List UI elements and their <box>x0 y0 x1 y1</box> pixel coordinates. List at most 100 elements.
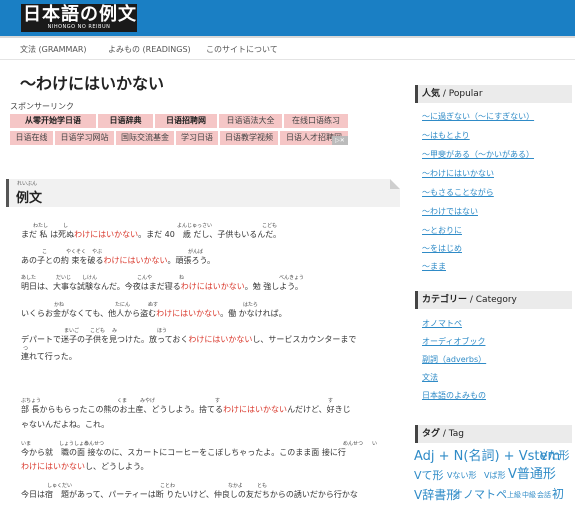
nav-item-about[interactable]: このサイトについて <box>206 44 278 55</box>
furigana: とも <box>257 483 268 489</box>
sidebar-heading-category: カテゴリー / Category <box>415 291 572 309</box>
ad-link[interactable]: 日语教学视频 <box>220 131 278 145</box>
category-link[interactable]: オノマトペ <box>422 318 462 329</box>
category-link[interactable]: 副詞（adverbs） <box>422 354 486 365</box>
furigana: あした <box>21 275 37 281</box>
grammar-highlight: わけにはいかない <box>156 309 221 318</box>
example-sentence-cont: ゃないんだよね。これ。 <box>21 420 110 429</box>
grammar-highlight: わけにはいかない <box>74 230 139 239</box>
tag-link[interactable]: Vた形 <box>540 450 570 461</box>
furigana: ほう <box>157 328 168 334</box>
furigana: やぶ <box>92 249 103 255</box>
furigana: かね <box>54 302 65 308</box>
tag-link[interactable]: Adj + N(名詞) + Vstem <box>414 450 560 463</box>
section-title-ruby: れいぶん <box>17 181 38 187</box>
ad-link[interactable]: 日语语法大全 <box>219 114 282 128</box>
popular-link[interactable]: ～とおりに <box>422 225 462 236</box>
furigana: よんじゅっさい <box>177 223 213 229</box>
example-sentence-cont: わけにはいかないし、どうしよう。 <box>21 462 149 471</box>
furigana: こども <box>262 223 278 229</box>
furigana: み <box>112 328 118 334</box>
furigana: しゅくだい <box>47 483 73 489</box>
furigana: こんや <box>137 275 153 281</box>
tag-link[interactable]: Vない形 <box>447 472 476 480</box>
example-sentence: 今日は宿 題があって、パーティーは断 りたいけど、仲良しの友だちからの誘いだから… <box>21 490 358 499</box>
tag-link[interactable]: Vて形 <box>414 470 444 481</box>
category-link[interactable]: 文法 <box>422 372 438 383</box>
page-title: ～わけにはいかない <box>20 74 165 93</box>
furigana: まいご <box>64 328 80 334</box>
example-sentence: デパートで迷子の子供を見つけた。放っておくわけにはいかないし、サービスカウンター… <box>21 335 357 344</box>
tag-link[interactable]: 初 <box>552 488 564 500</box>
popular-link[interactable]: ～はもとより <box>422 130 470 141</box>
example-sentence-cont: 連れて行った。 <box>21 352 77 361</box>
logo-subtitle: NIHONGO NO REIBUN <box>47 24 111 30</box>
popular-link[interactable]: ～甲斐がある（～かいがある） <box>422 149 534 160</box>
ad-link[interactable]: 日语在线 <box>10 131 53 145</box>
section-fold-corner <box>390 179 400 189</box>
popular-link[interactable]: ～をはじめ <box>422 243 462 254</box>
popular-link[interactable]: ～に過ぎない（～にすぎない） <box>422 111 534 122</box>
example-sentence: まだ 私 は死ぬわけにはいかない。まだ 40 歳 だし、子供もいるんだ。 <box>21 230 281 239</box>
furigana: べんきょう <box>279 275 305 281</box>
furigana: す <box>215 398 221 404</box>
furigana: ね <box>179 275 185 281</box>
example-sentence: 明日は、大事な試験なんだ。今夜はまだ寝るわけにはいかない。勉 強しよう。 <box>21 282 303 291</box>
tag-link[interactable]: 中級 <box>522 492 536 499</box>
furigana: たにん <box>115 302 131 308</box>
grammar-highlight: わけにはいかない <box>21 462 85 471</box>
furigana: めんせつ <box>84 441 105 447</box>
grammar-highlight: わけにはいかない <box>180 282 245 291</box>
furigana: ことわ <box>160 483 176 489</box>
furigana: だいじ <box>56 275 72 281</box>
ad-link[interactable]: 学习日语 <box>176 131 218 145</box>
example-sentence: いくらお金がなくても、他人から盗むわけにはいかない。働 かなければ。 <box>21 309 287 318</box>
ad-link[interactable]: 国际交流基金 <box>116 131 174 145</box>
furigana: みやげ <box>140 398 156 404</box>
example-sentence: 部 長からもらったこの熊のお土産、どうしよう。捨てるわけにはいかないんだけど、好… <box>21 405 351 414</box>
popular-link[interactable]: ～まま <box>422 261 446 272</box>
grammar-highlight: わけにはいかない <box>103 256 168 265</box>
tag-link[interactable]: Vば形 <box>484 472 505 480</box>
tag-link[interactable]: 会話 <box>537 492 551 499</box>
furigana: なかよ <box>228 483 243 489</box>
example-sentence: あの子との約 束を破るわけにはいかない。頑張ろう。 <box>21 256 215 265</box>
category-link[interactable]: 日本語のよみもの <box>422 390 486 401</box>
furigana: こ <box>42 249 48 255</box>
furigana: しけん <box>82 275 98 281</box>
sidebar-heading-popular: 人気 / Popular <box>415 85 572 103</box>
tag-link[interactable]: 上級 <box>507 492 521 499</box>
furigana: いま <box>21 441 32 447</box>
nav-item-grammar[interactable]: 文法 (GRAMMAR) <box>20 44 87 55</box>
grammar-highlight: わけにはいかない <box>223 405 288 414</box>
furigana: い <box>372 441 378 447</box>
ad-link[interactable]: 日语辞典 <box>98 114 153 128</box>
furigana: やくそく <box>66 249 87 255</box>
ad-link[interactable]: 从零开始学日语 <box>10 114 96 128</box>
ad-link[interactable]: 在线口语练习 <box>284 114 348 128</box>
popular-link[interactable]: ～わけにはいかない <box>422 168 494 179</box>
ad-link[interactable]: 日语招聘网 <box>155 114 217 128</box>
ad-choices-icon[interactable]: ▷✕ <box>332 136 348 145</box>
example-sentence: 今から就 職の面 接なのに、スカートにコーヒーをこぼしちゃったよ。このまま面 接… <box>21 448 346 457</box>
section-header <box>6 179 400 207</box>
furigana: し <box>63 223 69 229</box>
furigana: わたし <box>33 223 49 229</box>
popular-link[interactable]: ～もさることながら <box>422 187 494 198</box>
grammar-highlight: わけにはいかない <box>188 335 253 344</box>
furigana: ぬす <box>148 302 159 308</box>
tag-link[interactable]: V普通形 <box>508 468 556 481</box>
furigana: こども <box>90 328 106 334</box>
main-nav: 文法 (GRAMMAR) よみもの (READINGS) このサイトについて <box>0 40 575 60</box>
sponsor-label: スポンサーリンク <box>10 102 74 111</box>
furigana: ぶちょう <box>21 398 42 404</box>
tag-link[interactable]: オノマトペ <box>452 489 507 500</box>
category-link[interactable]: オーディオブック <box>422 336 485 347</box>
popular-link[interactable]: ～わけではない <box>422 206 478 217</box>
site-header: 日本語の例文 NIHONGO NO REIBUN <box>0 0 575 38</box>
furigana: がんば <box>188 249 204 255</box>
ad-link[interactable]: 日语学习网站 <box>55 131 114 145</box>
site-logo[interactable]: 日本語の例文 NIHONGO NO REIBUN <box>21 4 137 32</box>
nav-item-readings[interactable]: よみもの (READINGS) <box>108 44 191 55</box>
furigana: くま <box>117 398 128 404</box>
